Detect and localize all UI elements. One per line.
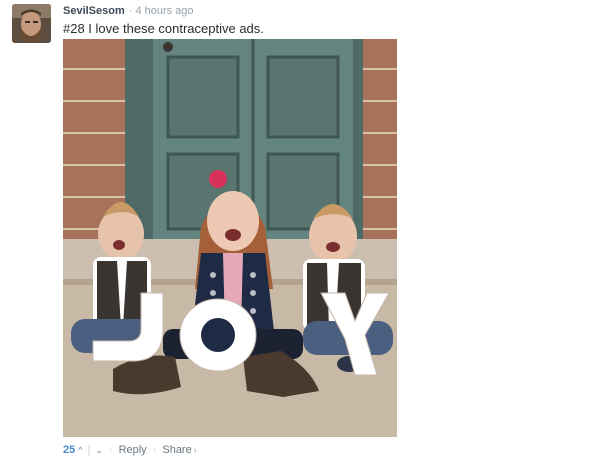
downvote-icon[interactable]: ⌄ <box>95 444 103 457</box>
comment-image[interactable] <box>63 39 397 437</box>
avatar-image <box>12 4 51 43</box>
meta-separator: · <box>128 5 133 17</box>
action-separator: · <box>152 444 157 456</box>
share-button[interactable]: Share <box>162 444 191 457</box>
comment-meta: SevilSesom · 4 hours ago <box>63 5 194 18</box>
action-separator: · <box>108 444 113 456</box>
timestamp[interactable]: 4 hours ago <box>135 5 193 17</box>
author-name[interactable]: SevilSesom <box>63 5 125 17</box>
user-avatar[interactable] <box>12 4 51 43</box>
comment: SevilSesom · 4 hours ago #28 I love these … <box>0 0 600 464</box>
vote-count: 25 <box>63 444 76 456</box>
comment-text: #28 I love these contraceptive ads. <box>63 21 264 36</box>
comment-footer: 25 ^ | ⌄ · Reply · Share › <box>63 444 197 457</box>
reply-button[interactable]: Reply <box>119 444 147 457</box>
vote-divider: | <box>87 444 91 456</box>
joy-photo <box>63 39 397 437</box>
share-chevron-icon: › <box>193 445 197 455</box>
upvote-icon[interactable]: ^ <box>78 444 82 457</box>
